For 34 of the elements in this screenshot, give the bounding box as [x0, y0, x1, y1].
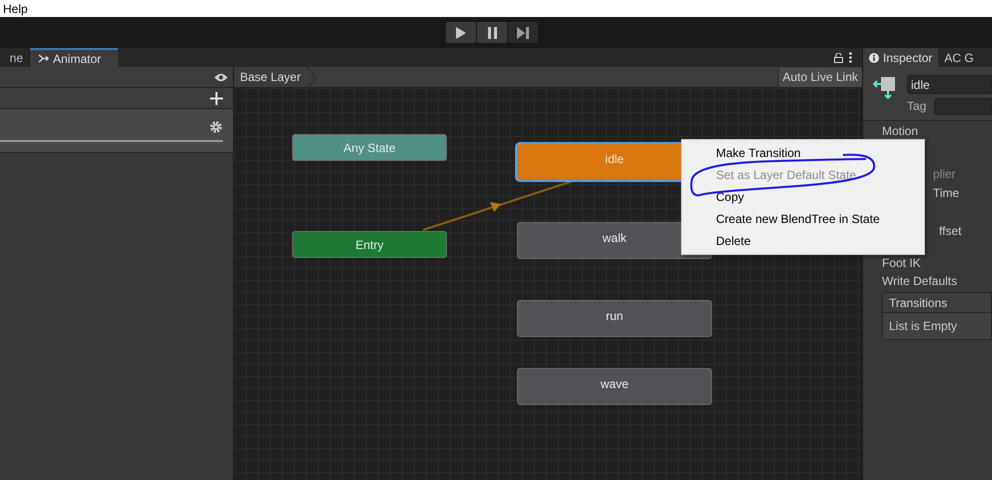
breadcrumb[interactable]: Base Layer — [234, 67, 317, 87]
layer-row[interactable] — [0, 109, 233, 153]
menu-item[interactable]: Copy — [682, 186, 924, 208]
info-icon — [869, 52, 879, 62]
lock-icon[interactable] — [834, 52, 843, 62]
property-label: Time — [933, 186, 960, 200]
auto-live-link-button[interactable]: Auto Live Link — [778, 68, 862, 86]
more-icon[interactable] — [849, 52, 852, 63]
plus-icon[interactable] — [210, 92, 223, 104]
property-label: plier — [933, 167, 956, 181]
property-label: Foot IK — [882, 256, 921, 270]
property-label: Motion — [882, 124, 918, 138]
inspector-tab[interactable]: AC G — [938, 48, 980, 67]
property-label: ffset — [939, 224, 962, 238]
menu-item[interactable]: Help — [3, 2, 28, 14]
inspector-tab[interactable]: Inspector — [863, 48, 938, 67]
play-icon — [456, 26, 466, 38]
play-button[interactable] — [446, 22, 476, 43]
list-header: Transitions — [883, 293, 991, 313]
state-node[interactable]: run — [517, 300, 712, 337]
state-node[interactable]: wave — [517, 368, 712, 405]
animator-icon — [38, 54, 49, 63]
state-node[interactable]: Entry — [292, 231, 447, 258]
tag-label: Tag — [907, 98, 926, 115]
step-button[interactable] — [508, 22, 538, 43]
pause-button[interactable] — [477, 22, 507, 43]
pause-icon — [488, 26, 496, 38]
property-label: Write Defaults — [882, 274, 958, 288]
panel-tab[interactable]: Animator — [30, 48, 118, 67]
step-icon — [517, 26, 529, 38]
eye-icon[interactable] — [214, 72, 228, 82]
gear-icon[interactable] — [210, 121, 222, 133]
name-field[interactable]: idle — [907, 75, 992, 94]
tag-field[interactable] — [934, 98, 992, 114]
